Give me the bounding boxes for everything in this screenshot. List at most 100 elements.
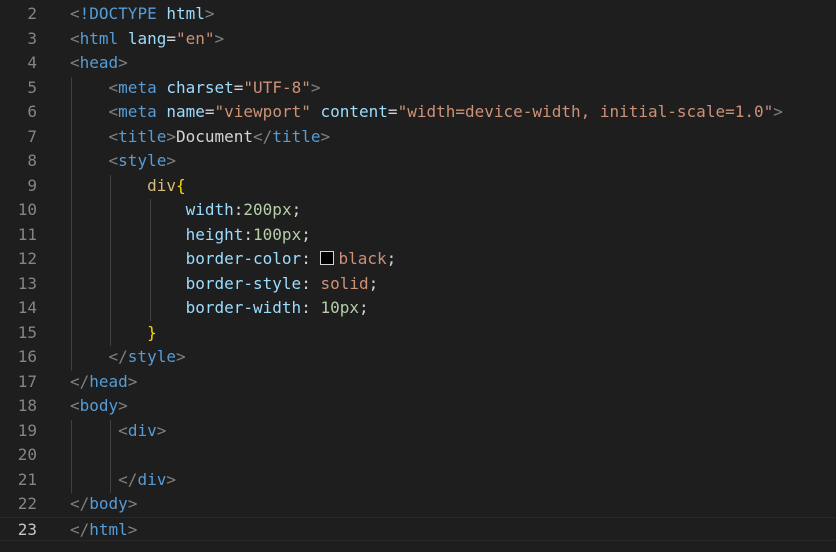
- line-number: 20: [17, 445, 37, 464]
- line-code: <style>: [70, 149, 176, 174]
- code-line[interactable]: 3 <html lang="en">: [0, 27, 836, 52]
- code-token: ;: [358, 298, 369, 317]
- code-token: style: [127, 347, 176, 366]
- line-code: <!DOCTYPE html>: [70, 2, 215, 27]
- code-token: :: [243, 224, 254, 244]
- code-token: >: [773, 102, 783, 121]
- code-token: 10px: [320, 298, 359, 317]
- code-token: 100px: [253, 224, 302, 244]
- code-line[interactable]: 12 border-color: black;: [0, 247, 836, 272]
- code-token: Document: [175, 126, 254, 146]
- code-token: }: [147, 322, 157, 342]
- line-code: div{: [70, 174, 186, 199]
- line-number: 17: [17, 371, 37, 391]
- code-line[interactable]: 11 height:100px;: [0, 223, 836, 248]
- code-line[interactable]: 6 <meta name="viewport" content="width=d…: [0, 100, 836, 125]
- code-line[interactable]: 7 <title>Document</title>: [0, 125, 836, 150]
- code-token: <: [70, 396, 80, 415]
- code-token: body: [79, 396, 119, 415]
- code-editor[interactable]: 2 <!DOCTYPE html> 3 <html lang="en"> 4 <head>…: [0, 0, 836, 552]
- code-token: :: [233, 200, 244, 219]
- line-number: 11: [17, 224, 37, 244]
- code-line[interactable]: 17 </head>: [0, 370, 836, 395]
- code-token: 200px: [243, 200, 292, 219]
- code-line[interactable]: 9 div{: [0, 174, 836, 199]
- code-token: name: [166, 102, 205, 121]
- code-line[interactable]: 23 </html>: [0, 516, 836, 541]
- code-line[interactable]: 21 </div>: [0, 468, 836, 493]
- code-token: title: [118, 126, 167, 146]
- code-line[interactable]: 4 <head>: [0, 51, 836, 76]
- code-token: ;: [301, 224, 311, 244]
- code-line[interactable]: 8 <style>: [0, 149, 836, 174]
- line-code: </body>: [70, 492, 137, 517]
- code-line[interactable]: 15 }: [0, 321, 836, 346]
- code-line[interactable]: 5 <meta charset="UTF-8">: [0, 76, 836, 101]
- code-token: :: [301, 249, 321, 268]
- line-number: 7: [27, 126, 37, 146]
- code-token: <: [108, 126, 119, 146]
- code-token: >: [214, 28, 225, 48]
- code-line[interactable]: 14 border-width: 10px;: [0, 296, 836, 321]
- code-token: ;: [291, 200, 302, 219]
- code-token: ;: [368, 273, 379, 293]
- code-token: </: [118, 469, 138, 489]
- code-token: border-color: [185, 249, 302, 268]
- code-token: >: [118, 53, 128, 72]
- code-token: "en": [175, 28, 215, 48]
- line-code: <title>Document</title>: [70, 125, 331, 150]
- code-token: head: [79, 53, 119, 72]
- code-line[interactable]: 19 <div>: [0, 419, 836, 444]
- line-number: 4: [27, 53, 37, 72]
- code-token: >: [166, 151, 176, 170]
- code-line[interactable]: 13 border-style: solid;: [0, 272, 836, 297]
- line-code: <meta name="viewport" content="width=dev…: [70, 100, 783, 125]
- code-token: lang: [127, 28, 167, 48]
- code-line[interactable]: 20: [0, 443, 836, 468]
- code-line[interactable]: 10 width:200px;: [0, 198, 836, 223]
- code-token: "width=device-width, initial-scale=1.0": [397, 102, 774, 121]
- code-token: <: [70, 28, 80, 48]
- code-token: "viewport": [214, 102, 311, 121]
- code-token: >: [204, 4, 215, 23]
- line-code: height:100px;: [70, 223, 311, 248]
- code-token: <: [108, 77, 119, 97]
- code-line[interactable]: 16 </style>: [0, 345, 836, 370]
- code-token: >: [166, 126, 176, 146]
- line-code: border-color: black;: [70, 247, 397, 272]
- code-line[interactable]: 22 </body>: [0, 492, 836, 517]
- code-token: >: [166, 469, 176, 489]
- code-token: html: [89, 519, 128, 539]
- code-token: >: [118, 396, 128, 415]
- code-token: style: [118, 151, 167, 170]
- code-token: html: [79, 28, 119, 48]
- code-token: =: [166, 28, 176, 48]
- line-code: <meta charset="UTF-8">: [70, 76, 321, 101]
- code-token: </: [253, 126, 273, 146]
- line-number: 10: [17, 200, 37, 219]
- code-token: meta: [118, 77, 157, 97]
- code-token: div: [147, 175, 176, 195]
- code-token: </: [108, 347, 128, 366]
- code-token: ;: [386, 249, 397, 268]
- line-code: }: [70, 321, 157, 346]
- code-token: <: [70, 4, 80, 23]
- line-number: 22: [17, 494, 37, 513]
- code-token: div: [137, 469, 167, 489]
- code-line[interactable]: 18 <body>: [0, 394, 836, 419]
- line-number: 2: [27, 4, 37, 23]
- code-token: =: [233, 77, 244, 97]
- code-line[interactable]: 2 <!DOCTYPE html>: [0, 2, 836, 27]
- line-code: <head>: [70, 51, 128, 76]
- code-token: {: [175, 175, 186, 195]
- code-token: =: [387, 102, 398, 121]
- line-number: 5: [27, 77, 37, 97]
- line-number: 9: [27, 175, 37, 195]
- color-swatch-icon[interactable]: [320, 251, 335, 265]
